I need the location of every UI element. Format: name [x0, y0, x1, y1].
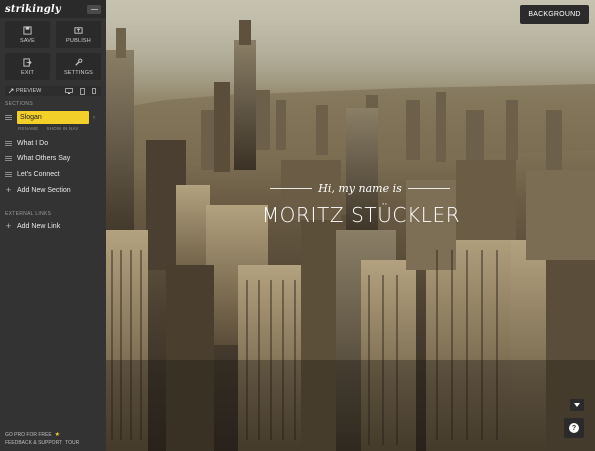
sidebar-item-label: What I Do — [17, 140, 49, 147]
hero-subtitle: Hi, my name is — [270, 182, 450, 195]
slogan-name-input[interactable]: Slogan — [17, 111, 89, 124]
add-new-link-label: Add New Link — [17, 223, 61, 230]
settings-label: SETTINGS — [63, 69, 94, 76]
publish-icon — [74, 26, 83, 34]
drag-handle-icon[interactable] — [5, 141, 12, 146]
chevron-down-icon — [574, 403, 580, 407]
go-pro-link[interactable]: GO PRO FOR FREE — [5, 432, 52, 438]
scroll-down-button[interactable] — [570, 399, 584, 411]
hero-section: BACKGROUND Hi, my name is MORITZ STÜCKLE… — [106, 0, 595, 451]
sections-heading: SECTIONS — [5, 101, 33, 107]
preview-bar: PREVIEW — [5, 86, 101, 96]
save-button[interactable]: SAVE — [5, 21, 50, 48]
divider-line — [407, 188, 450, 189]
exit-icon — [23, 57, 32, 67]
sidebar-item-slogan[interactable]: Slogan ‹ — [5, 111, 101, 124]
save-label: SAVE — [19, 37, 36, 44]
tablet-icon[interactable] — [80, 87, 85, 95]
save-icon — [23, 25, 32, 35]
sidebar-item-label: What Others Say — [17, 155, 71, 162]
publish-button[interactable]: PUBLISH — [56, 21, 101, 48]
footer-links: FEEDBACK & SUPPORT TOUR — [5, 440, 79, 446]
tour-link[interactable]: TOUR — [65, 440, 79, 446]
go-pro-row: GO PRO FOR FREE ★ — [5, 431, 61, 439]
rename-link[interactable]: RENAME — [18, 126, 38, 131]
help-icon: ? — [569, 423, 579, 433]
sidebar-item-what-others-say[interactable]: What Others Say — [5, 152, 101, 165]
settings-icon — [75, 58, 83, 66]
hero-subtitle-text[interactable]: Hi, my name is — [318, 182, 402, 195]
preview-icon[interactable] — [8, 88, 14, 94]
drag-handle-icon[interactable] — [5, 156, 12, 161]
sidebar-item-label: Let's Connect — [17, 171, 60, 178]
desktop-icon[interactable] — [65, 88, 73, 94]
preview-button[interactable]: PREVIEW — [16, 88, 41, 94]
editor-sidebar: strikingly SAVE PUBLISH EXIT SETTINGS PR… — [0, 0, 106, 451]
plus-icon: + — [5, 221, 12, 231]
add-new-section-label: Add New Section — [17, 187, 71, 194]
collapse-arrow-icon[interactable]: ‹ — [93, 115, 95, 121]
settings-button[interactable]: SETTINGS — [56, 53, 101, 80]
strikingly-logo: strikingly — [5, 3, 61, 15]
toolbar: SAVE PUBLISH EXIT SETTINGS — [5, 21, 101, 80]
background-button[interactable]: BACKGROUND — [520, 5, 589, 24]
collapse-sidebar-button[interactable] — [87, 4, 101, 14]
star-icon: ★ — [54, 432, 61, 438]
add-new-link-button[interactable]: + Add New Link — [5, 220, 101, 233]
divider-line — [270, 188, 313, 189]
exit-button[interactable]: EXIT — [5, 53, 50, 80]
help-button[interactable]: ? — [564, 418, 584, 438]
exit-label: EXIT — [20, 69, 35, 76]
add-new-section-button[interactable]: + Add New Section — [5, 184, 101, 197]
plus-icon: + — [5, 185, 12, 195]
sidebar-item-lets-connect[interactable]: Let's Connect — [5, 168, 101, 181]
publish-label: PUBLISH — [66, 37, 91, 44]
feedback-support-link[interactable]: FEEDBACK & SUPPORT — [5, 440, 62, 446]
external-links-heading: EXTERNAL LINKS — [5, 211, 52, 217]
sidebar-header: strikingly — [0, 0, 106, 18]
show-in-nav-link[interactable]: SHOW IN NAV — [46, 126, 78, 131]
slogan-actions: RENAME SHOW IN NAV — [18, 126, 79, 131]
sidebar-item-what-i-do[interactable]: What I Do — [5, 137, 101, 150]
hero-title[interactable]: MORITZ STÜCKLER — [212, 203, 510, 227]
mobile-icon[interactable] — [92, 88, 96, 94]
drag-handle-icon[interactable] — [5, 115, 12, 120]
drag-handle-icon[interactable] — [5, 172, 12, 177]
